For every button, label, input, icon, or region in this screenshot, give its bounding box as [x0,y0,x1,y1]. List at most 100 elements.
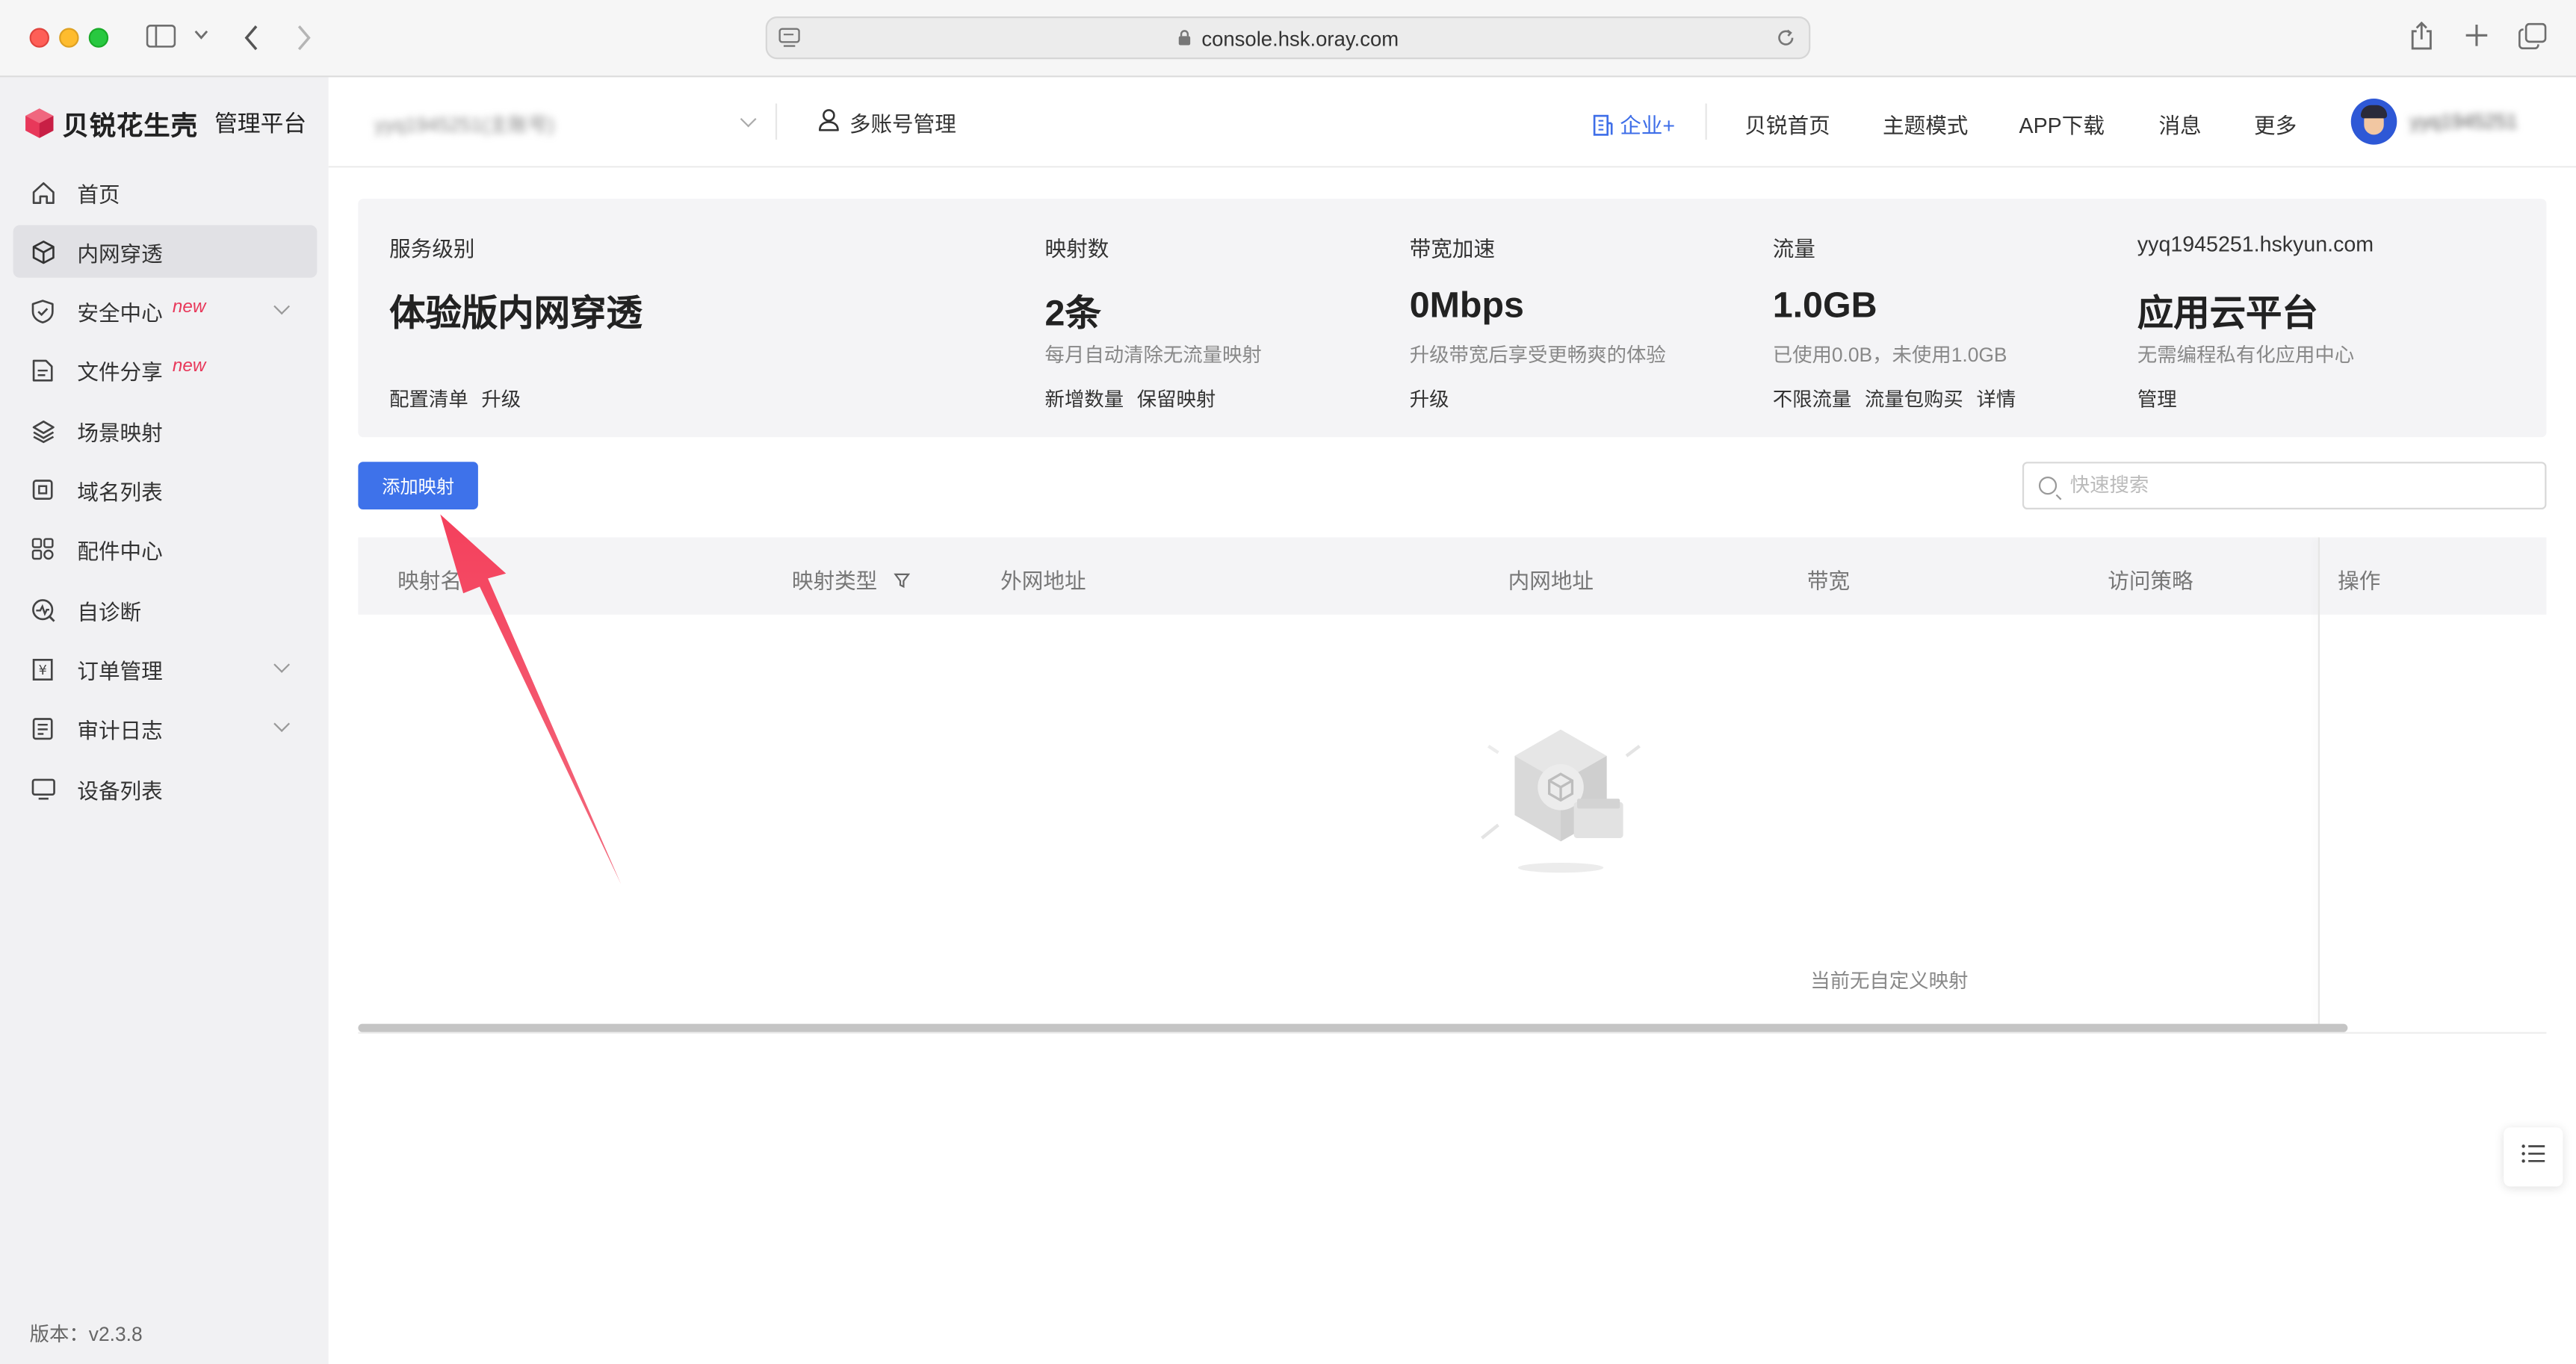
brand[interactable]: 贝锐花生壳 管理平台 [23,104,306,143]
sidebar-item-label: 安全中心 [77,300,163,325]
config-list-link[interactable]: 配置清单 [389,385,468,412]
enterprise-plus-label: 企业+ [1620,113,1676,138]
sidebar-item-security[interactable]: 安全中心 new [13,285,318,337]
horizontal-scrollbar[interactable] [358,1023,2348,1032]
main-content: 服务级别 体验版内网穿透 配置清单 升级 映射数 2条 每月自动清除无流量映射 … [328,167,2576,1364]
empty-box-icon [1481,729,1641,873]
home-icon [30,179,56,205]
version-label: 版本：v2.3.8 [29,1323,143,1346]
sidebar-item-audit-log[interactable]: 审计日志 [13,701,318,754]
column-header-actions: 操作 [2338,568,2381,594]
stat-desc: 无需编程私有化应用中心 [2137,343,2355,367]
search-box[interactable] [2022,462,2547,509]
add-quota-link[interactable]: 新增数量 [1045,385,1124,412]
sidebar-toggle-icon[interactable] [146,25,176,51]
app-download-link[interactable]: APP下载 [2019,108,2105,140]
sidebar-item-file-share[interactable]: 文件分享 new [13,344,318,396]
brand-logo-icon [23,107,56,140]
share-icon[interactable] [2410,21,2433,55]
user-name[interactable]: yyq1945251 [2410,110,2518,133]
stat-actions: 升级 [1410,385,1449,412]
stat-desc: 每月自动清除无流量映射 [1044,343,1262,367]
table-bottom-border [358,1032,2547,1034]
stat-actions: 管理 [2137,385,2177,412]
keep-mapping-link[interactable]: 保留映射 [1137,385,1216,412]
chevron-down-icon[interactable] [273,716,291,732]
cube-icon [30,238,56,264]
back-icon[interactable] [243,25,259,55]
theme-mode-link[interactable]: 主题模式 [1883,108,1968,140]
add-mapping-button[interactable]: 添加映射 [358,462,478,509]
list-toggle-button[interactable] [2504,1127,2563,1187]
column-header-bandwidth: 带宽 [1806,568,1851,594]
traffic-details-link[interactable]: 详情 [1976,385,2016,412]
forward-icon[interactable] [296,25,312,55]
domain-icon [30,477,56,503]
tab-overview-icon[interactable] [2518,22,2547,53]
scene-icon [30,418,56,444]
multi-account-link[interactable]: 多账号管理 [818,107,956,138]
stat-desc: 已使用0.0B，未使用1.0GB [1772,343,2007,367]
sidebar-item-diagnose[interactable]: 自诊断 [13,583,318,636]
list-icon [2520,1141,2546,1173]
sidebar-item-intranet[interactable]: 内网穿透 [13,225,318,278]
grid-icon [30,536,56,562]
chevron-down-icon[interactable] [740,111,757,128]
new-badge: new [172,297,206,317]
table-header: 映射名 映射类型 外网地址 内网地址 带宽 访问策略 操作 [358,537,2547,615]
column-header-mapping-type[interactable]: 映射类型 [792,564,910,595]
avatar[interactable] [2350,99,2397,145]
sidebar-item-accessories[interactable]: 配件中心 [13,523,318,575]
close-window-button[interactable] [29,28,49,48]
brand-subtitle: 管理平台 [214,110,307,137]
fixed-column-divider [2318,537,2320,1027]
device-icon [30,775,56,802]
stat-actions: 不限流量 流量包购买 详情 [1773,385,2016,412]
top-header: yyq1945251(主账号) 多账号管理 企业+ 贝锐首页 主题模式 APP下… [328,77,2576,168]
upgrade-bandwidth-link[interactable]: 升级 [1410,385,1449,412]
new-badge: new [172,356,206,376]
search-input[interactable] [2069,473,2530,497]
enterprise-plus-link[interactable]: 企业+ [1592,108,1675,140]
stat-desc: 升级带宽后享受更畅爽的体验 [1409,343,1666,367]
account-select[interactable]: yyq1945251(主账号) [374,110,554,137]
zoom-window-button[interactable] [88,28,109,48]
multi-account-label: 多账号管理 [849,111,956,137]
column-header-access-policy: 访问策略 [2108,568,2193,594]
empty-state-text: 当前无自定义映射 [1810,970,1969,993]
messages-link[interactable]: 消息 [2158,108,2201,140]
reload-icon[interactable] [1776,28,1795,51]
unlimited-traffic-link[interactable]: 不限流量 [1773,385,1852,412]
stat-label: yyq1945251.hskyun.com [2137,232,2374,257]
sidebar-item-devices[interactable]: 设备列表 [13,763,318,815]
stat-label: 带宽加速 [1409,236,1496,261]
column-header-mapping-name: 映射名 [397,568,462,594]
diagnose-icon [30,597,56,623]
filter-icon[interactable] [893,572,910,594]
app-window: console.hsk.oray.com 贝锐花生壳 管理平台 首页 内网穿透 … [0,0,2576,1364]
upgrade-link[interactable]: 升级 [481,385,521,412]
oray-home-link[interactable]: 贝锐首页 [1744,108,1830,140]
divider [1705,103,1707,140]
chevron-down-icon[interactable] [273,298,291,315]
lock-icon [1177,30,1195,51]
more-link[interactable]: 更多 [2254,108,2297,140]
sidebar-item-label: 订单管理 [77,658,163,683]
buy-traffic-link[interactable]: 流量包购买 [1865,385,1963,412]
chevron-down-icon[interactable] [193,28,208,46]
minimize-window-button[interactable] [59,28,79,48]
sidebar-item-domains[interactable]: 域名列表 [13,463,318,515]
new-tab-icon[interactable] [2464,23,2489,51]
search-icon [2038,477,2058,495]
stat-label: 流量 [1772,236,1815,261]
sidebar-item-scene-mapping[interactable]: 场景映射 [13,404,318,456]
sidebar-item-label: 自诊断 [77,598,142,624]
manage-link[interactable]: 管理 [2137,385,2177,412]
sidebar-item-label: 场景映射 [77,420,163,445]
sidebar-item-orders[interactable]: ¥ 订单管理 [13,642,318,695]
address-bar[interactable]: console.hsk.oray.com [765,16,1811,60]
order-icon: ¥ [30,656,56,682]
sidebar-item-home[interactable]: 首页 [13,166,318,218]
chevron-down-icon[interactable] [273,657,291,673]
brand-name: 贝锐花生壳 [62,113,199,142]
